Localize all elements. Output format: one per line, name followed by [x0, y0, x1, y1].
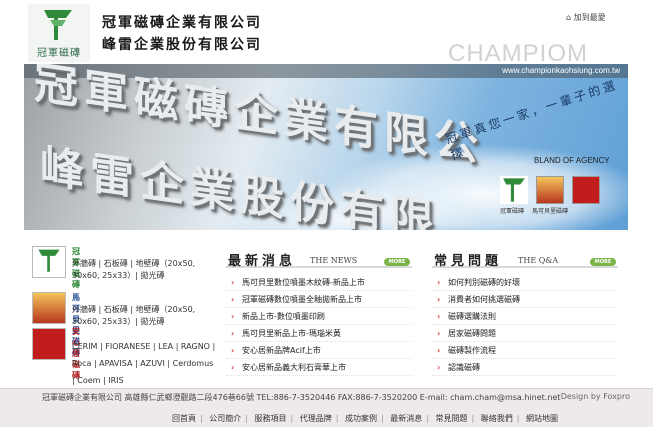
brand-caption: 冠軍磁磚 — [500, 208, 525, 215]
qa-title: 常見問題 — [434, 254, 503, 269]
news-item[interactable]: 冠軍磁磚數位噴墨全釉拋新品上市 — [226, 291, 412, 308]
news-title: 最新消息 — [228, 254, 297, 269]
qa-section: 常見問題 THE Q&A MORE 如何判別磁磚的好壞 消費者如何挑選磁磚 磁磚… — [432, 246, 618, 386]
qa-item[interactable]: 如何判別磁磚的好壞 — [432, 274, 618, 291]
footer-link-news[interactable]: 最新消息 — [388, 414, 424, 423]
champion-logo-icon — [503, 178, 525, 202]
qa-item[interactable]: 居家磁磚問題 — [432, 325, 618, 342]
footer-link-sitemap[interactable]: 網站地圖 — [524, 414, 560, 423]
news-list: 馬可貝里數位噴墨木紋磚-新品上市 冠軍磁磚數位噴墨全釉拋新品上市 新品上市-數位… — [226, 274, 412, 376]
brand-desc: 外牆磚 | 石板磚 | 地壁磚（20x50, 30x60, 25x33）| 拋光… — [72, 305, 196, 326]
company-name-2: 峰雷企業股份有限公司 — [102, 37, 262, 53]
footer-link-home[interactable]: 回首頁 — [170, 414, 198, 423]
divider: | — [290, 414, 294, 423]
brand-sidebar: 冠軍磁磚 外牆磚 | 石板磚 | 地壁磚（20x50, 30x60, 25x33… — [24, 234, 215, 386]
brand-thumb-anxinju[interactable] — [32, 328, 66, 360]
footer-link-brands[interactable]: 代理品牌 — [298, 414, 334, 423]
site-footer: 冠軍磁磚企業有限公司 高雄縣仁武鄉澄觀路二段476巷66號 TEL:886-7-… — [0, 388, 653, 427]
news-title-en: THE NEWS — [310, 256, 358, 265]
qa-list: 如何判別磁磚的好壞 消費者如何挑選磁磚 磁磚選購法則 居家磁磚問題 磁磚製作流程… — [432, 274, 618, 376]
brand-caption: 馬可貝里磁磚 — [532, 208, 569, 215]
brand-thumb-marcopolo[interactable] — [32, 292, 66, 324]
footer-link-about[interactable]: 公司簡介 — [207, 414, 243, 423]
footer-link-qa[interactable]: 常見問題 — [434, 414, 470, 423]
divider: | — [245, 414, 248, 423]
divider: | — [516, 414, 520, 423]
footer-nav: 回首頁 | 公司簡介 | 服務項目 | 代理品牌 | 成功案例 | 最新消息 | 常見問題 |… — [170, 413, 560, 424]
home-icon: ⌂ — [566, 13, 572, 22]
hero-banner: www.championkaohsiung.com.tw 冠軍磁磚企業有限公 峰… — [24, 64, 628, 230]
brand-logo-marcopolo[interactable] — [536, 176, 564, 204]
divider: | — [200, 414, 203, 423]
footer-link-cases[interactable]: 成功案例 — [343, 414, 379, 423]
news-item[interactable]: 馬可貝里數位噴墨木紋磚-新品上市 — [226, 274, 412, 291]
news-section: 最新消息 THE NEWS MORE 馬可貝里數位噴墨木紋磚-新品上市 冠軍磁磚… — [226, 246, 412, 386]
news-more-button[interactable]: MORE — [384, 258, 410, 266]
champion-logo-icon — [44, 10, 72, 40]
qa-item[interactable]: 磁磚選購法則 — [432, 308, 618, 325]
qa-title-en: THE Q&A — [518, 256, 559, 265]
news-item[interactable]: 新品上市-數位噴墨印刷 — [226, 308, 412, 325]
brand-desc: CERIM | FIORANESE | LEA | RAGNO | Roca |… — [72, 342, 216, 385]
divider: | — [426, 414, 429, 423]
champion-logo-icon — [38, 249, 60, 272]
divider: | — [471, 414, 475, 423]
company-logo[interactable]: 冠軍磁磚 — [28, 4, 90, 62]
add-favorite-label: 加到最愛 — [573, 13, 606, 22]
brand-logo-anxinju[interactable] — [572, 176, 600, 204]
news-item[interactable]: 安心居新品牌Acif上市 — [226, 342, 412, 359]
qa-item[interactable]: 消費者如何挑選磁磚 — [432, 291, 618, 308]
news-item[interactable]: 馬可貝里新品上市-瑪瑙米黃 — [226, 325, 412, 342]
divider: | — [335, 414, 339, 423]
news-header: 最新消息 THE NEWS MORE — [226, 246, 412, 269]
footer-link-services[interactable]: 服務項目 — [253, 414, 289, 423]
banner-url: www.championkaohsiung.com.tw — [502, 66, 620, 75]
site-header: 冠軍磁磚 冠軍磁磚企業有限公司 峰雷企業股份有限公司 ⌂ 加到最愛 CHAMPI… — [0, 0, 653, 67]
brand-logo-champion[interactable] — [500, 176, 528, 204]
qa-item[interactable]: 認識磁磚 — [432, 359, 618, 376]
divider: | — [381, 414, 384, 423]
news-item[interactable]: 安心居新品義大利石膏華上市 — [226, 359, 412, 376]
add-favorite-link[interactable]: ⌂ 加到最愛 — [566, 12, 606, 23]
brand-thumb-champion[interactable] — [32, 246, 66, 278]
qa-item[interactable]: 磁磚製作流程 — [432, 342, 618, 359]
logo-caption: 冠軍磁磚 — [37, 48, 81, 59]
brand-desc: 外牆磚 | 石板磚 | 地壁磚（20x50, 30x60, 25x33）| 拋光… — [72, 259, 196, 280]
footer-design-credit: Design by Foxpro — [560, 392, 630, 401]
qa-more-button[interactable]: MORE — [590, 258, 616, 266]
footer-link-contact[interactable]: 聯絡我們 — [479, 414, 515, 423]
footer-contact: 冠軍磁磚企業有限公司 高雄縣仁武鄉澄觀路二段476巷66號 TEL:886-7-… — [42, 393, 561, 402]
agency-label: BLAND OF AGENCY — [534, 156, 610, 165]
company-name-1: 冠軍磁磚企業有限公司 — [102, 15, 262, 31]
qa-header: 常見問題 THE Q&A MORE — [432, 246, 618, 269]
